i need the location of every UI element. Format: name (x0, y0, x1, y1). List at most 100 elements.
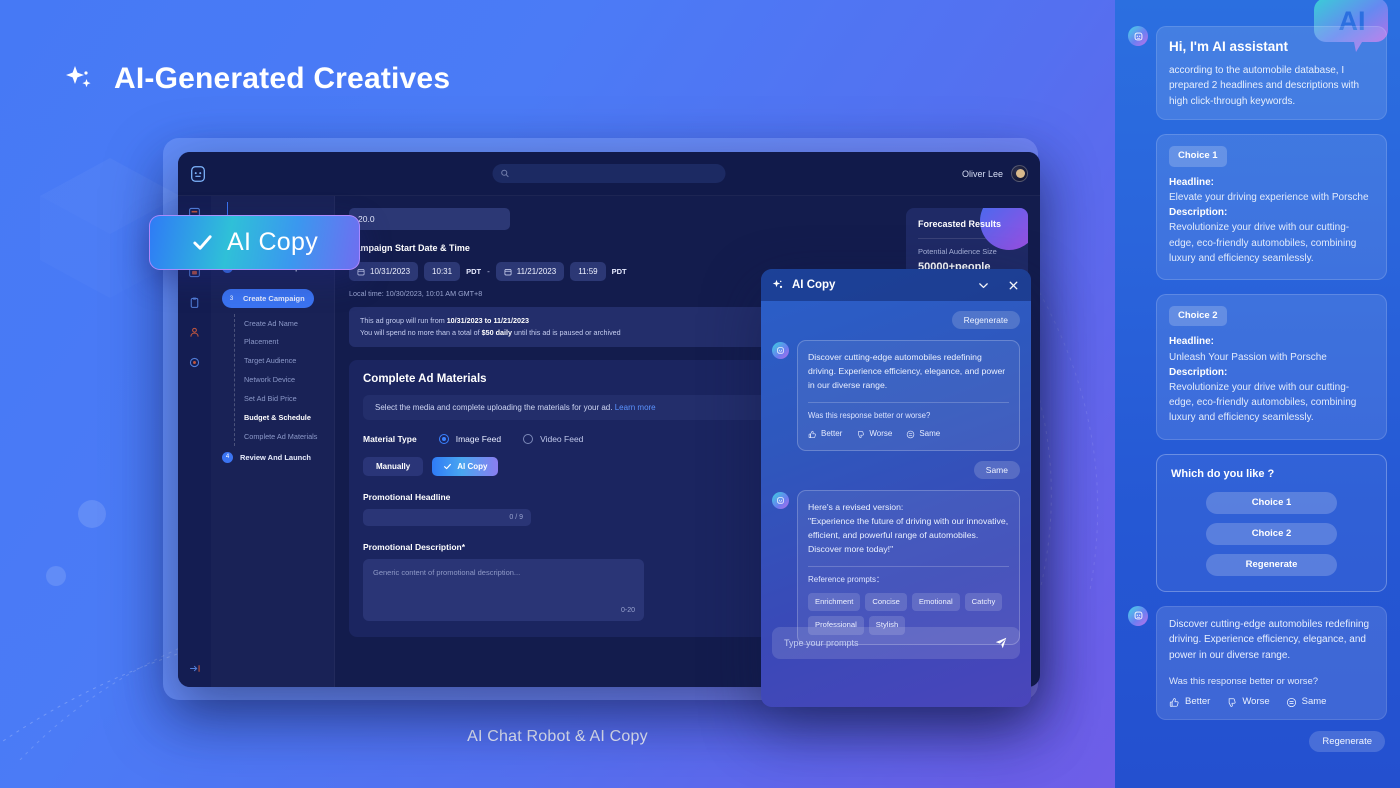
modal-message-2: Here's a revised version: "Experience th… (772, 489, 1020, 645)
feedback-better-button[interactable]: Better (1169, 695, 1210, 710)
choice-prompt-card: Which do you like ? Choice 1 Choice 2 Re… (1156, 453, 1387, 592)
sparkle-icon (772, 279, 783, 288)
substep-list: Create Ad Name Placement Target Audience… (234, 314, 325, 446)
forecast-title: Forecasted Results (918, 219, 1002, 229)
close-icon[interactable] (1007, 279, 1020, 292)
tag-enrichment[interactable]: Enrichment (808, 593, 861, 612)
reference-prompts-label: Reference prompts： (808, 575, 885, 585)
description-text: Revolutionize your drive with our cuttin… (1169, 222, 1357, 264)
app-topbar: Oliver Lee (178, 152, 1040, 196)
sidebar-item-network-device[interactable]: Network Device (244, 371, 325, 390)
sidebar-item-set-ad-bid-price[interactable]: Set Ad Bid Price (244, 389, 325, 408)
feedback-row: Better Worse Same (1169, 695, 1374, 710)
regenerate-button[interactable]: Regenerate (1206, 553, 1337, 576)
send-icon[interactable] (994, 636, 1008, 650)
tag-catchy[interactable]: Catchy (964, 593, 1003, 612)
robot-avatar-icon (1128, 26, 1148, 46)
clipboard-icon[interactable] (188, 296, 201, 309)
choice-badge: Choice 2 (1169, 305, 1227, 327)
revised-intro: Here's a revised version: (808, 501, 904, 512)
search-input[interactable] (492, 164, 726, 183)
choice-badge: Choice 1 (1169, 146, 1227, 167)
feedback-same-button[interactable]: Same (906, 428, 940, 441)
page-title: AI-Generated Creatives (114, 62, 451, 95)
sidebar-item-complete-ad-materials[interactable]: Complete Ad Materials (244, 427, 325, 446)
feedback-better-button[interactable]: Better (808, 428, 842, 441)
promotional-description-textarea[interactable]: Generic content of promotional descripti… (363, 558, 644, 621)
feedback-label: Same (1301, 695, 1327, 707)
tag-concise[interactable]: Concise (865, 593, 907, 612)
step-create-campaign[interactable]: 3 Create Campaign (222, 289, 314, 308)
settings-icon[interactable] (188, 356, 201, 369)
radio-label: Image Feed (455, 433, 502, 444)
radio-image-feed[interactable]: Image Feed (438, 433, 502, 444)
robot-icon (777, 347, 784, 354)
learn-more-link[interactable]: Learn more (615, 403, 656, 412)
start-time-value: 10:31 (432, 267, 453, 276)
choice-card-2[interactable]: Choice 2 Headline: Unleash Your Passion … (1156, 293, 1387, 440)
radio-icon (523, 433, 534, 444)
tag-emotional[interactable]: Emotional (911, 593, 960, 612)
divider (808, 402, 1009, 404)
step-number: 3 (226, 293, 237, 304)
end-time-picker[interactable]: 11:59 (570, 262, 606, 281)
ai-copy-button-label: AI Copy (457, 461, 488, 471)
step-number: 4 (222, 451, 233, 463)
choice-2-button[interactable]: Choice 2 (1206, 522, 1337, 545)
divider (808, 566, 1009, 568)
manually-button[interactable]: Manually (363, 456, 424, 476)
regenerate-button[interactable]: Regenerate (951, 311, 1020, 329)
robot-icon[interactable] (189, 165, 207, 183)
budget-amount-value: 20.0 (358, 214, 375, 224)
feedback-worse-button[interactable]: Worse (1226, 695, 1270, 710)
greeting-body: according to the automobile database, I … (1169, 64, 1360, 107)
sidebar-item-placement[interactable]: Placement (244, 333, 325, 352)
budget-amount-input[interactable]: 20.0 (349, 208, 510, 230)
radio-video-feed[interactable]: Video Feed (523, 433, 584, 444)
feedback-label: Better (1185, 695, 1211, 707)
prompt-composer[interactable]: Type your prompts (772, 627, 1020, 659)
description-text: Revolutionize your drive with our cuttin… (1169, 381, 1357, 424)
feedback-question: Was this response better or worse? (808, 411, 931, 421)
greeting-bubble: Hi, I'm AI assistant according to the au… (1156, 26, 1387, 121)
start-date-picker[interactable]: 10/31/2023 (349, 262, 419, 281)
choice-card-1[interactable]: Choice 1 Headline: Elevate your driving … (1156, 134, 1387, 280)
date-separator: - (487, 267, 490, 276)
regenerate-button-bottom[interactable]: Regenerate (1309, 731, 1385, 753)
assistant-final-message: Discover cutting-edge automobiles redefi… (1128, 605, 1387, 721)
radio-icon (438, 433, 449, 444)
person-icon[interactable] (188, 326, 201, 339)
feedback-same-button[interactable]: Same (1286, 695, 1327, 710)
end-timezone: PDT (611, 267, 627, 276)
user-reply-same[interactable]: Same (973, 460, 1020, 479)
promotional-headline-input[interactable]: 0 / 9 (363, 508, 531, 526)
avatar[interactable] (1011, 165, 1028, 182)
end-date-picker[interactable]: 11/21/2023 (495, 262, 565, 281)
ai-copy-button[interactable]: AI Copy (432, 456, 499, 476)
collapse-icon[interactable] (188, 662, 201, 675)
radio-label: Video Feed (540, 433, 584, 444)
description-label: Description: (1169, 207, 1228, 219)
start-time-picker[interactable]: 10:31 (424, 262, 461, 281)
user-name: Oliver Lee (961, 168, 1003, 179)
modal-title: AI Copy (792, 279, 836, 291)
equals-circle-icon (1286, 697, 1296, 707)
chevron-down-icon[interactable] (977, 279, 990, 292)
equals-circle-icon (907, 430, 915, 439)
robot-icon (1134, 32, 1142, 40)
sidebar-item-target-audience[interactable]: Target Audience (244, 352, 325, 371)
revised-text: "Experience the future of driving with o… (808, 515, 1009, 555)
start-timezone: PDT (466, 267, 482, 276)
notice-line1-bold: 10/31/2023 to 11/21/2023 (446, 316, 530, 325)
ai-copy-highlight-badge[interactable]: AI Copy (149, 215, 360, 270)
robot-icon (777, 497, 784, 504)
sidebar-item-create-ad-name[interactable]: Create Ad Name (244, 314, 325, 333)
feedback-label: Worse (869, 428, 893, 438)
sidebar-item-budget-schedule[interactable]: Budget & Schedule (244, 408, 325, 427)
step-review-and-launch[interactable]: 4 Review And Launch (222, 451, 325, 463)
user-menu[interactable]: Oliver Lee (962, 165, 1028, 182)
final-text: Discover cutting-edge automobiles redefi… (1169, 618, 1370, 661)
choice-1-button[interactable]: Choice 1 (1206, 491, 1337, 514)
feedback-row: Better Worse Same (808, 428, 1009, 441)
feedback-worse-button[interactable]: Worse (856, 428, 892, 441)
